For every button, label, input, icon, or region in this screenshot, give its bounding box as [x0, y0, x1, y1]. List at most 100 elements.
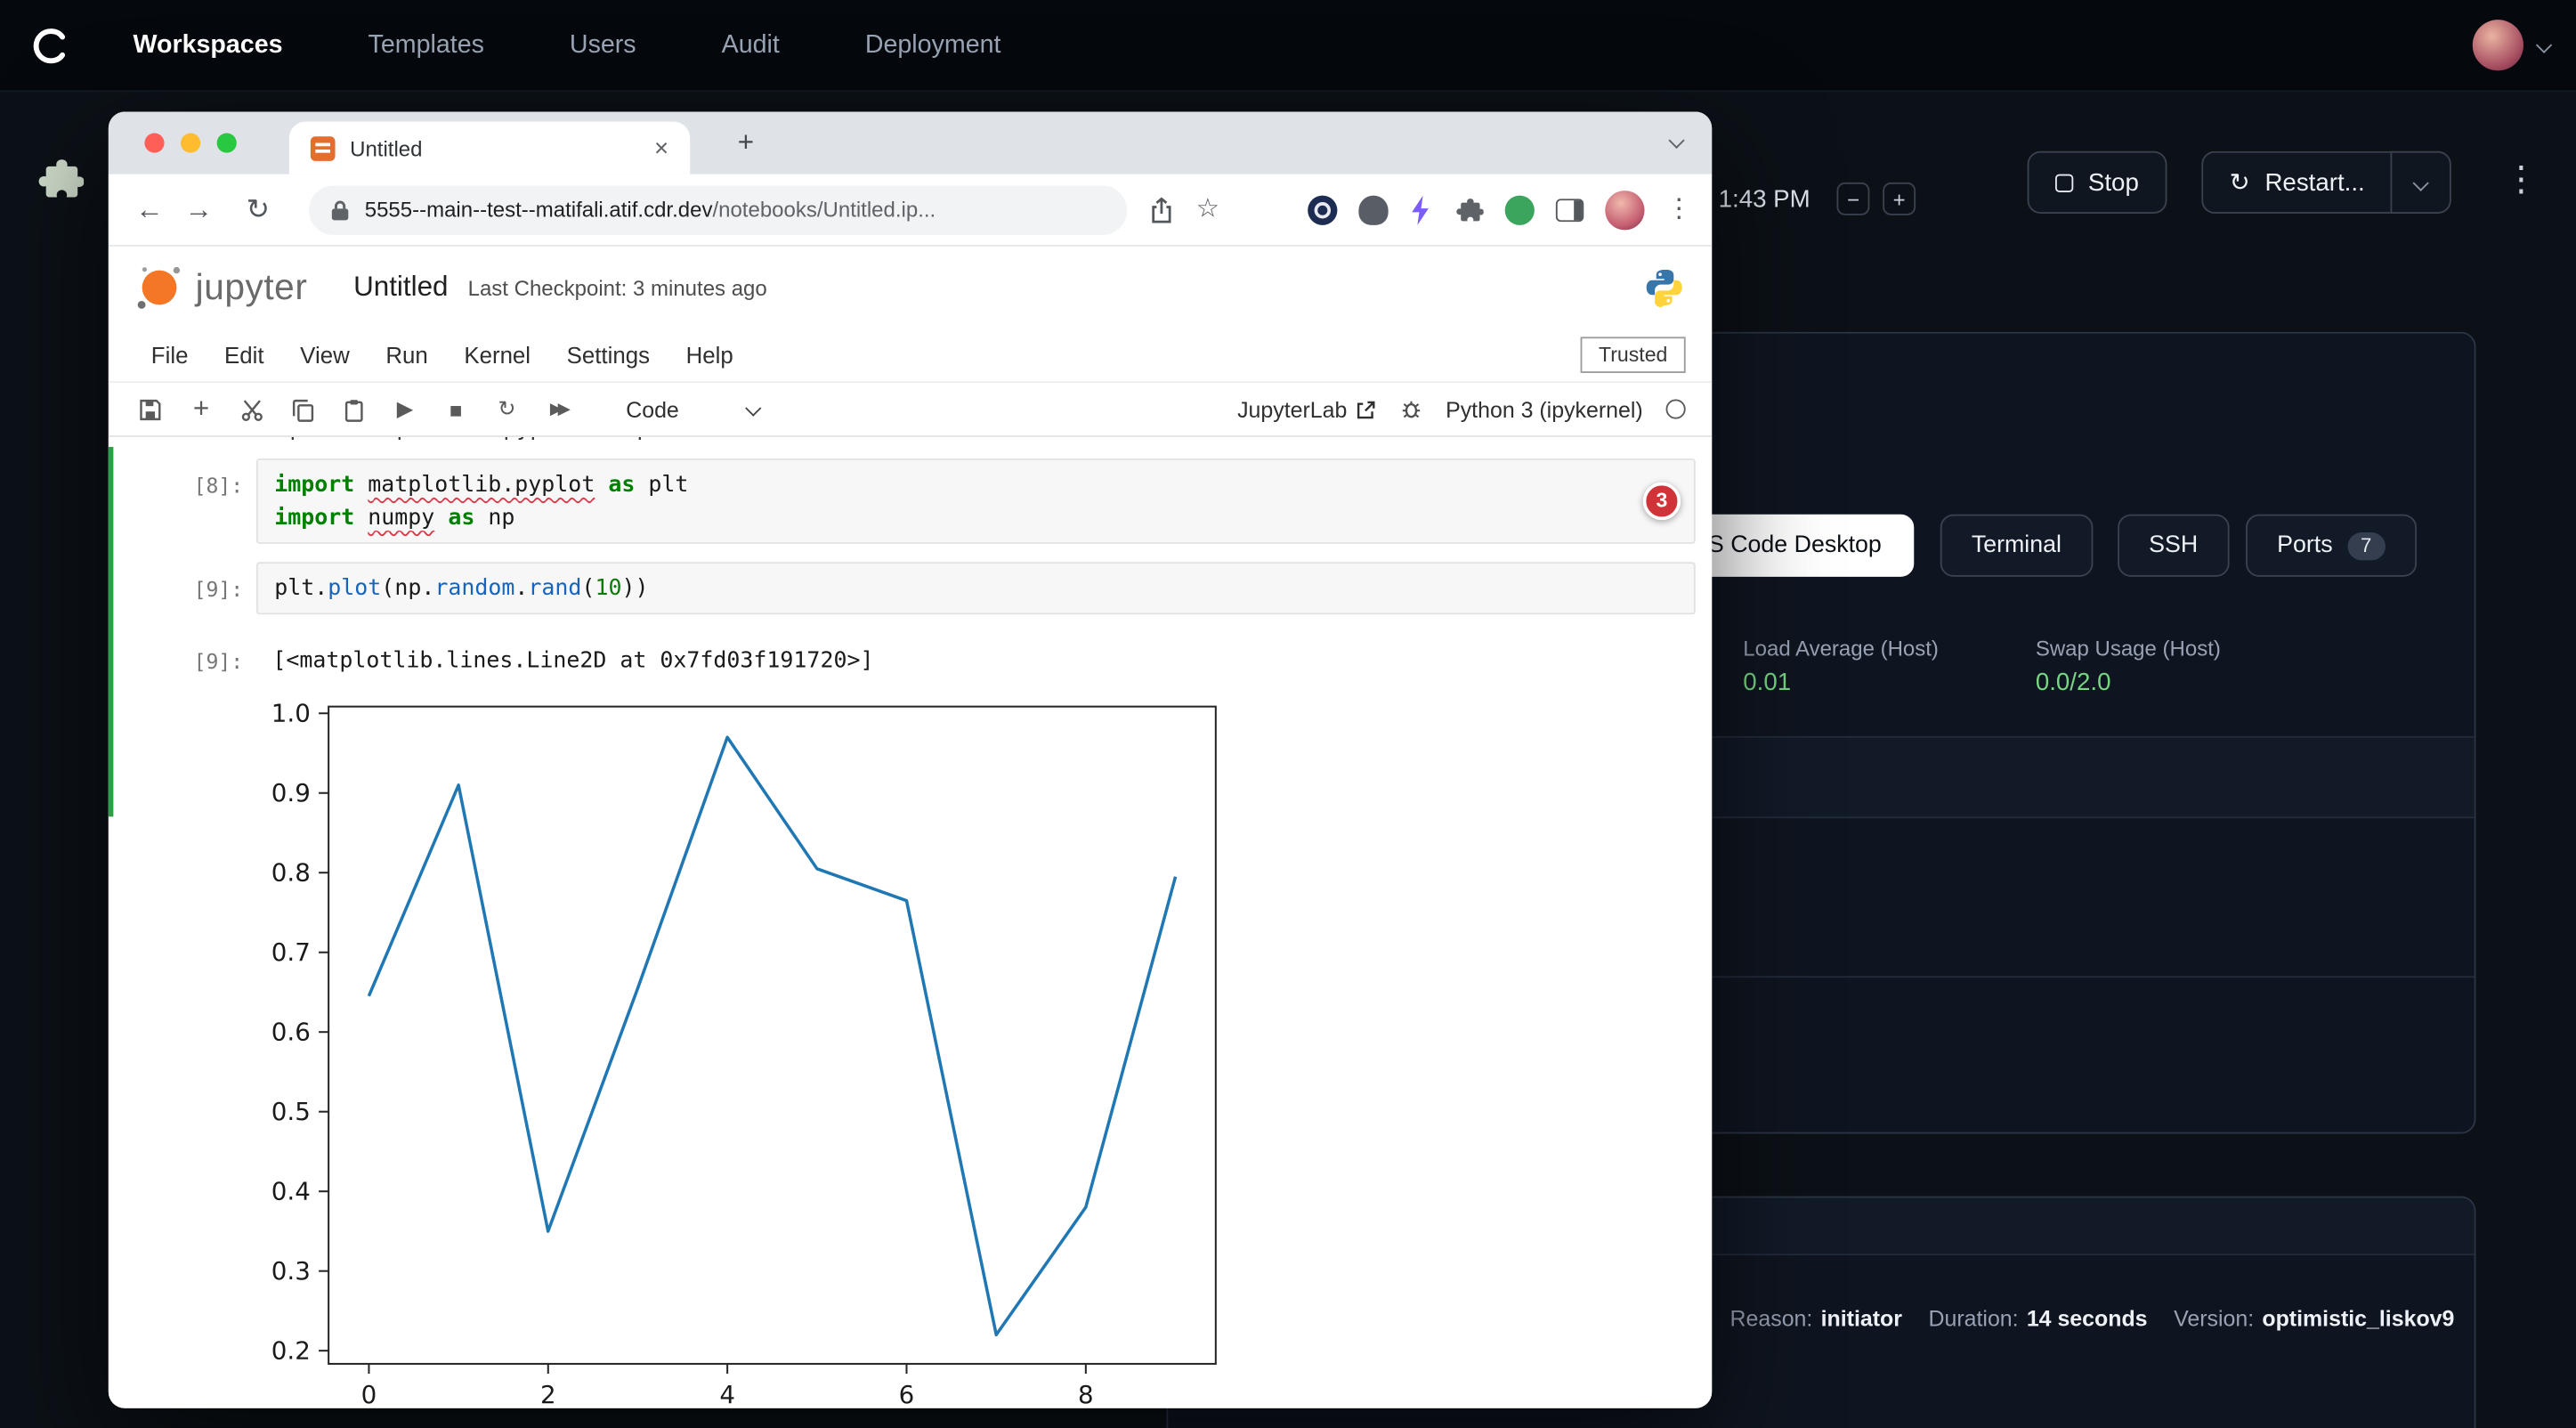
output-prompt: [9]:: [109, 634, 256, 677]
autostop-time: 1:43 PM: [1719, 186, 1810, 214]
trusted-button[interactable]: Trusted: [1581, 337, 1686, 373]
svg-text:0.3: 0.3: [271, 1256, 311, 1286]
green-circle-extension-icon[interactable]: [1505, 195, 1535, 224]
code-editor-cell-8[interactable]: import matplotlib.pyplot as plt import n…: [256, 458, 1696, 544]
password-manager-extension-icon[interactable]: [1308, 195, 1337, 224]
svg-text:6: 6: [899, 1380, 915, 1408]
jupyter-header: jupyter Untitled Last Checkpoint: 3 minu…: [109, 247, 1712, 329]
cell-type-dropdown[interactable]: Code: [626, 397, 759, 422]
cell-type-label: Code: [626, 397, 679, 422]
code-editor-cell-9[interactable]: plt.plot(np.random.rand(10)): [256, 562, 1696, 614]
paste-cell-button[interactable]: [328, 397, 379, 422]
collaborators-badge: 3: [1643, 483, 1681, 520]
open-in-jupyterlab-link[interactable]: JupyterLab: [1237, 397, 1377, 422]
coder-logo[interactable]: [29, 24, 72, 67]
load-average-value: 0.01: [1743, 669, 1939, 696]
forward-button[interactable]: →: [174, 193, 223, 226]
jupyter-toolbar: + ▶ ■ ↻ ▶▶ Code: [109, 383, 1712, 437]
puzzle-extension-icon[interactable]: [35, 154, 84, 212]
nav-deployment[interactable]: Deployment: [865, 30, 1001, 60]
browser-tab[interactable]: Untitled ×: [289, 122, 690, 174]
close-tab-icon[interactable]: ×: [649, 134, 673, 161]
build-version: Version: optimistic_liskov9: [2174, 1306, 2454, 1331]
workspace-menu-button[interactable]: ⋮: [2504, 159, 2539, 200]
reload-button[interactable]: ↻: [233, 193, 282, 226]
input-prompt: [8]:: [109, 458, 256, 501]
output-text: [<matplotlib.lines.Line2D at 0x7fd03f191…: [256, 634, 874, 677]
menu-kernel[interactable]: Kernel: [446, 342, 548, 369]
address-bar[interactable]: 5555--main--test--matifali.atif.cdr.dev/…: [309, 185, 1127, 234]
window-zoom-button[interactable]: [217, 134, 237, 153]
lightning-bolt-extension-icon[interactable]: [1410, 195, 1433, 224]
svg-text:0: 0: [361, 1380, 377, 1408]
primary-nav: Workspaces Templates Users Audit Deploym…: [134, 30, 1001, 60]
cut-cell-button[interactable]: [227, 397, 278, 422]
decrease-autostop-button[interactable]: −: [1836, 183, 1869, 215]
user-avatar[interactable]: [2473, 20, 2523, 70]
menu-file[interactable]: File: [134, 342, 206, 369]
browser-menu-kebab-icon[interactable]: ⋮: [1666, 197, 1693, 223]
output-cell-9: [9]: [<matplotlib.lines.Line2D at 0x7fd0…: [109, 634, 1712, 677]
bookmark-star-icon[interactable]: ☆: [1196, 197, 1219, 223]
nav-audit[interactable]: Audit: [722, 30, 780, 60]
load-average-label: Load Average (Host): [1743, 636, 1939, 661]
build-version-value: optimistic_liskov9: [2262, 1306, 2454, 1331]
share-icon[interactable]: [1150, 197, 1173, 223]
swap-usage-label: Swap Usage (Host): [2036, 636, 2221, 661]
restart-run-all-button[interactable]: ▶▶: [532, 400, 583, 418]
chevron-down-icon[interactable]: [2536, 37, 2552, 53]
ports-label: Ports: [2277, 532, 2332, 559]
puzzle-extensions-icon[interactable]: [1454, 195, 1483, 224]
ports-button[interactable]: Ports 7: [2246, 515, 2416, 577]
menu-edit[interactable]: Edit: [207, 342, 282, 369]
restart-split-button: ↻ Restart...: [2201, 151, 2451, 214]
menu-help[interactable]: Help: [668, 342, 751, 369]
dark-circle-extension-icon[interactable]: [1358, 195, 1388, 224]
build-duration-label: Duration:: [1928, 1306, 2018, 1331]
nav-templates[interactable]: Templates: [369, 30, 484, 60]
increase-autostop-button[interactable]: +: [1883, 183, 1916, 215]
window-close-button[interactable]: [144, 134, 164, 153]
back-button[interactable]: ←: [125, 193, 174, 226]
nav-workspaces[interactable]: Workspaces: [134, 30, 283, 60]
kernel-name[interactable]: Python 3 (ipykernel): [1446, 397, 1643, 422]
restart-options-button[interactable]: [2391, 151, 2451, 214]
interrupt-kernel-button[interactable]: ■: [431, 397, 482, 422]
jupyter-wordmark: jupyter: [196, 266, 308, 309]
jupyter-logo[interactable]: jupyter: [134, 264, 307, 311]
window-minimize-button[interactable]: [181, 134, 200, 153]
url-path: /notebooks/Untitled.ip...: [712, 197, 936, 222]
build-duration: Duration: 14 seconds: [1928, 1306, 2147, 1331]
ssh-label: SSH: [2149, 532, 2198, 559]
kernel-status-icon[interactable]: [1666, 400, 1686, 419]
add-cell-button[interactable]: +: [175, 393, 226, 426]
run-cell-button[interactable]: ▶: [379, 396, 430, 423]
build-version-label: Version:: [2174, 1306, 2254, 1331]
terminal-button[interactable]: Terminal: [1940, 515, 2093, 577]
menu-run[interactable]: Run: [368, 342, 446, 369]
copy-cell-button[interactable]: [278, 397, 328, 422]
svg-text:2: 2: [540, 1380, 556, 1408]
toolbar-right-cluster: JupyterLab Python 3 (ipykernel): [1237, 397, 1696, 422]
menu-view[interactable]: View: [282, 342, 368, 369]
browser-profile-avatar[interactable]: [1605, 190, 1644, 229]
scrolled-cell-fragment: import matplotlib.pyplot as plt: [263, 437, 676, 445]
new-tab-button[interactable]: +: [726, 125, 766, 164]
notebook-title[interactable]: Untitled: [353, 272, 448, 304]
code-cell-9: [9]: plt.plot(np.random.rand(10)): [109, 562, 1712, 614]
svg-text:1.0: 1.0: [271, 698, 311, 727]
restart-workspace-button[interactable]: ↻ Restart...: [2201, 151, 2391, 214]
nav-users[interactable]: Users: [570, 30, 636, 60]
sidebar-toggle-icon[interactable]: [1556, 198, 1584, 221]
tab-search-chevron[interactable]: [1668, 133, 1684, 149]
screen: Workspaces Templates Users Audit Deploym…: [0, 0, 2576, 1428]
stop-workspace-button[interactable]: Stop: [2028, 151, 2167, 214]
svg-text:8: 8: [1078, 1380, 1094, 1408]
restart-kernel-button[interactable]: ↻: [482, 396, 532, 423]
load-average-stat: Load Average (Host) 0.01: [1743, 636, 1939, 696]
ssh-button[interactable]: SSH: [2118, 515, 2229, 577]
build-reason-label: Reason:: [1730, 1306, 1813, 1331]
save-button[interactable]: [125, 397, 175, 422]
menu-settings[interactable]: Settings: [548, 342, 668, 369]
debugger-bug-icon[interactable]: [1399, 398, 1422, 421]
